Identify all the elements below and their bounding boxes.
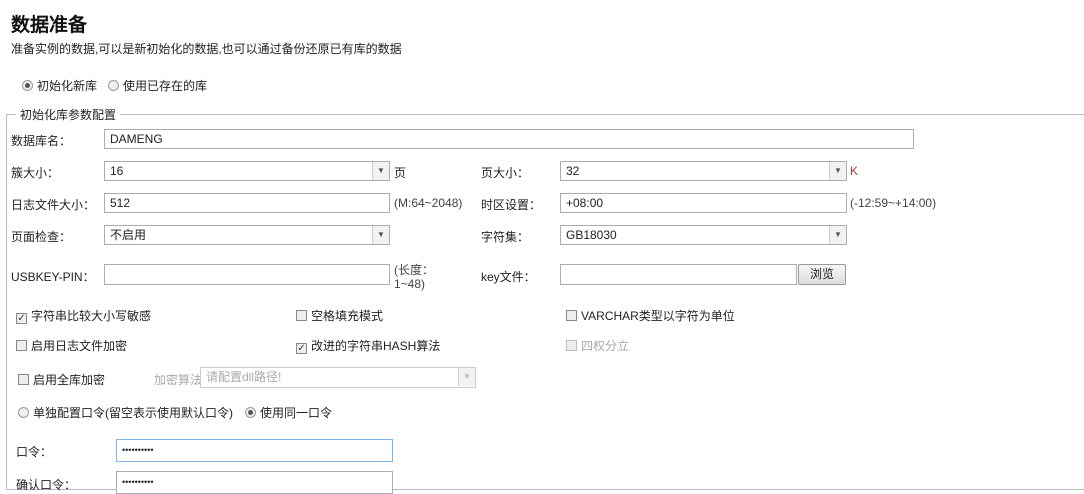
extent-size-select[interactable]: 16 ▼ [104,161,390,181]
checkbox-icon [566,310,577,321]
radio-icon [22,80,33,91]
browse-button[interactable]: 浏览 [798,264,846,285]
checkbox-icon [18,374,29,385]
radio-label: 使用同一口令 [260,406,333,420]
radio-init-new[interactable]: 初始化新库 [22,77,97,94]
page-subtitle: 准备实例的数据,可以是新初始化的数据,也可以通过备份还原已有库的数据 [11,42,402,56]
confirm-password-label: 确认口令： [16,478,77,492]
radio-use-existing[interactable]: 使用已存在的库 [108,77,207,94]
checkbox-log-encrypt[interactable]: 启用日志文件加密 [16,337,127,354]
charset-select[interactable]: GB18030 ▼ [560,225,847,245]
select-value: 不启用 [110,228,147,242]
encrypt-algo-select[interactable]: 请配置dll路径! ▼ [200,367,476,388]
log-size-input[interactable]: 512 [104,193,390,213]
radio-label: 单独配置口令(留空表示使用默认口令) [33,406,233,420]
checkbox-varchar-char[interactable]: VARCHAR类型以字符为单位 [566,307,735,324]
select-value: 16 [110,164,124,178]
checkbox-label: 启用全库加密 [33,373,106,387]
page-size-label: 页大小： [481,166,530,180]
time-zone-hint: (-12:59~+14:00) [850,196,937,210]
chevron-down-icon: ▼ [458,368,475,386]
extent-size-label: 簇大小： [11,166,60,180]
fieldset-legend: 初始化库参数配置 [16,106,121,123]
checkbox-blank-pad[interactable]: 空格填充模式 [296,307,383,324]
checkbox-case-sensitive[interactable]: ✓ 字符串比较大小写敏感 [16,307,151,324]
checkbox-label: 空格填充模式 [311,309,384,323]
page-unit: K [850,164,859,178]
checkbox-label: 字符串比较大小写敏感 [31,309,152,323]
radio-label: 初始化新库 [37,79,98,93]
db-name-label: 数据库名： [11,134,72,148]
checkbox-label: 启用日志文件加密 [31,339,128,353]
usbkey-input[interactable] [104,264,390,285]
time-zone-label: 时区设置： [481,198,542,212]
charset-label: 字符集： [481,230,530,244]
usbkey-label: USBKEY-PIN： [11,270,95,284]
chevron-down-icon: ▼ [372,226,389,244]
usbkey-hint-2: 1~48) [394,277,426,291]
select-value: GB18030 [566,228,617,242]
radio-label: 使用已存在的库 [123,79,208,93]
checkbox-label: 改进的字符串HASH算法 [311,339,441,353]
radio-icon [245,407,256,418]
checkbox-full-encrypt[interactable]: 启用全库加密 [18,371,105,388]
usbkey-hint: (长度： [394,263,434,277]
checkbox-checked-icon: ✓ [16,313,27,324]
checkbox-label: VARCHAR类型以字符为单位 [581,309,735,323]
log-size-label: 日志文件大小： [11,198,96,212]
select-value: 32 [566,164,580,178]
key-file-label: key文件： [481,270,536,284]
chevron-down-icon: ▼ [829,162,846,180]
radio-same-password[interactable]: 使用同一口令 [245,404,332,421]
checkbox-four-powers[interactable]: 四权分立 [566,337,629,354]
radio-icon [108,80,119,91]
password-input[interactable]: •••••••••• [116,439,393,462]
chevron-down-icon: ▼ [829,226,846,244]
checkbox-icon [296,310,307,321]
radio-separate-password[interactable]: 单独配置口令(留空表示使用默认口令) [18,404,233,421]
page-check-label: 页面检查： [11,230,72,244]
checkbox-checked-icon: ✓ [296,343,307,354]
select-placeholder: 请配置dll路径! [206,370,282,384]
password-label: 口令： [16,445,53,459]
checkbox-icon [566,340,577,351]
checkbox-label: 四权分立 [581,339,630,353]
chevron-down-icon: ▼ [372,162,389,180]
extent-unit: 页 [394,166,407,180]
checkbox-icon [16,340,27,351]
page-title: 数据准备 [11,15,88,36]
page-check-select[interactable]: 不启用 ▼ [104,225,390,245]
page-size-select[interactable]: 32 ▼ [560,161,847,181]
radio-icon [18,407,29,418]
log-size-hint: (M:64~2048) [394,196,463,210]
db-name-input[interactable]: DAMENG [104,129,914,149]
time-zone-input[interactable]: +08:00 [560,193,847,213]
key-file-input[interactable] [560,264,797,285]
checkbox-hash-algo[interactable]: ✓ 改进的字符串HASH算法 [296,337,440,354]
